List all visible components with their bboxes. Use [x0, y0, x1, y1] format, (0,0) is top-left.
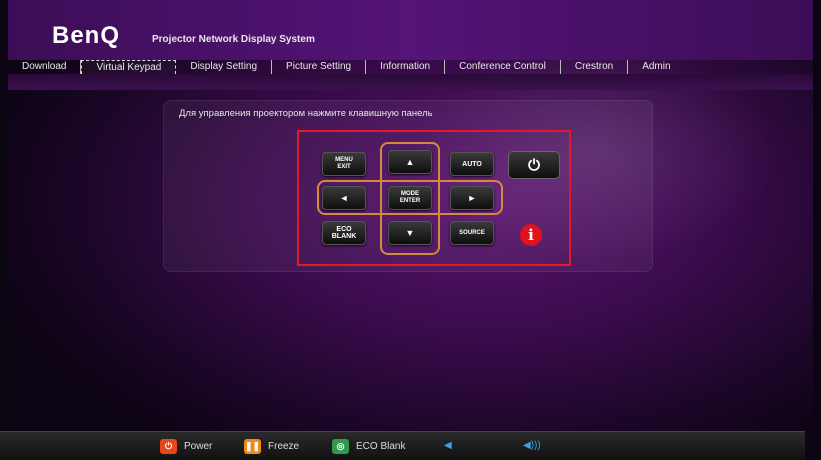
nav-crestron[interactable]: Crestron: [561, 60, 629, 74]
menu-exit-key[interactable]: MENU EXIT: [322, 152, 366, 176]
footer-freeze-button[interactable]: ❚❚ Freeze: [244, 438, 299, 454]
nav-virtual-keypad[interactable]: Virtual Keypad: [81, 60, 177, 74]
volume-up-icon[interactable]: ◀))): [523, 440, 541, 451]
app-subtitle: Projector Network Display System: [152, 34, 315, 45]
nav-picture-setting[interactable]: Picture Setting: [272, 60, 367, 74]
up-arrow-icon: ▲: [405, 156, 415, 167]
nav-download[interactable]: Download: [8, 60, 82, 74]
auto-key[interactable]: AUTO: [450, 152, 494, 176]
blank-key-label: BLANK: [331, 233, 357, 240]
nav-display-setting[interactable]: Display Setting: [176, 60, 273, 74]
power-icon: ⏻: [528, 156, 540, 174]
nav-information[interactable]: Information: [366, 60, 446, 74]
nav-band: [8, 74, 813, 90]
source-key[interactable]: SOURCE: [450, 221, 494, 245]
down-arrow-icon: ▼: [405, 227, 415, 238]
down-arrow-key[interactable]: ▼: [388, 221, 432, 245]
right-arrow-key[interactable]: ►: [450, 186, 494, 210]
freeze-icon: ❚❚: [244, 438, 261, 454]
mode-key-label: MODE: [401, 191, 419, 197]
right-arrow-icon: ►: [467, 192, 477, 203]
nav-conference-control[interactable]: Conference Control: [445, 60, 561, 74]
power-icon: ⏻: [160, 438, 177, 454]
volume-down-icon[interactable]: ◀: [444, 440, 452, 451]
up-arrow-key[interactable]: ▲: [388, 150, 432, 174]
info-icon-letter: i: [528, 226, 534, 244]
keypad-instruction: Для управления проектором нажмите клавиш…: [179, 108, 433, 119]
eco-blank-key[interactable]: ECO BLANK: [322, 221, 366, 245]
exit-key-label: EXIT: [337, 164, 351, 170]
footer-eco-label: ECO Blank: [356, 440, 406, 452]
footer-power-button[interactable]: ⏻ Power: [160, 438, 212, 454]
menu-key-label: MENU: [335, 157, 353, 163]
eco-key-label: ECO: [336, 226, 352, 233]
header-bar: BenQ Projector Network Display System: [8, 0, 813, 60]
left-arrow-icon: ◄: [339, 192, 349, 203]
nav-admin[interactable]: Admin: [628, 60, 684, 74]
eco-blank-icon: ◎: [332, 438, 349, 454]
benq-logo: BenQ: [52, 22, 121, 49]
mode-enter-key[interactable]: MODE ENTER: [388, 186, 432, 210]
enter-key-label: ENTER: [399, 198, 421, 204]
footer-power-label: Power: [184, 440, 213, 452]
left-arrow-key[interactable]: ◄: [322, 186, 366, 210]
source-key-label: SOURCE: [459, 229, 485, 236]
power-key[interactable]: ⏻: [508, 151, 560, 179]
info-icon: i: [520, 224, 542, 246]
footer-freeze-label: Freeze: [268, 440, 300, 452]
footer-eco-blank-button[interactable]: ◎ ECO Blank: [332, 438, 405, 454]
auto-key-label: AUTO: [462, 160, 482, 168]
nav-menu: Download Virtual Keypad Display Setting …: [8, 60, 813, 74]
